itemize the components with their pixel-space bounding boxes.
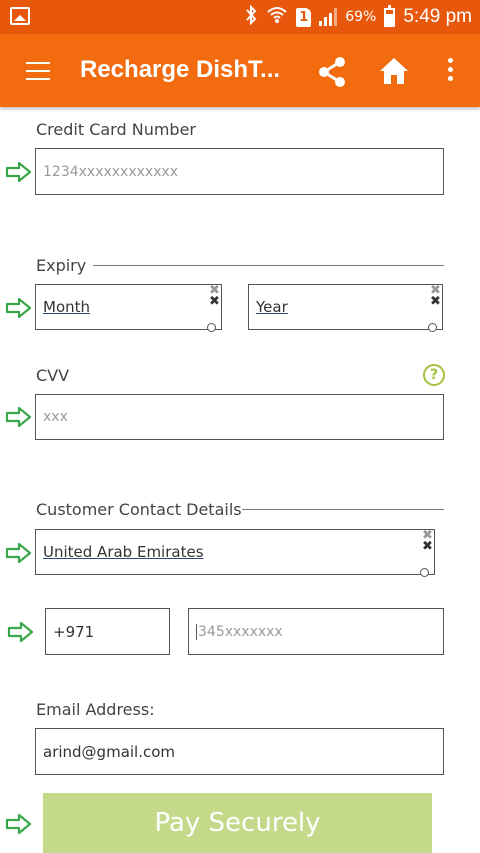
cvv-input[interactable]: xxx bbox=[35, 394, 444, 440]
country-value: United Arab Emirates bbox=[43, 543, 204, 561]
dropdown-handle-icon bbox=[428, 323, 437, 332]
email-input[interactable]: arind@gmail.com bbox=[35, 728, 444, 775]
battery-percent: 69% bbox=[345, 9, 377, 25]
battery-icon bbox=[384, 4, 396, 27]
status-icons: 1 69% 5:49 pm bbox=[244, 4, 472, 30]
credit-card-input[interactable]: 1234xxxxxxxxxxxx bbox=[35, 148, 444, 195]
arrow-right-icon bbox=[5, 161, 32, 183]
email-value: arind@gmail.com bbox=[43, 742, 176, 761]
arrow-right-icon bbox=[5, 542, 32, 564]
home-icon[interactable] bbox=[378, 56, 410, 86]
expiry-label: Expiry bbox=[36, 256, 87, 275]
phone-input[interactable]: 345xxxxxxx bbox=[188, 608, 444, 655]
clear-icon[interactable]: ✖ ✖ bbox=[430, 284, 441, 308]
app-bar: Recharge DishT... bbox=[0, 34, 480, 107]
cvv-placeholder: xxx bbox=[43, 409, 68, 425]
expiry-month-select[interactable]: Month ✖ ✖ bbox=[35, 284, 222, 332]
contact-divider bbox=[242, 509, 444, 510]
dial-code-value: +971 bbox=[53, 622, 95, 641]
arrow-right-icon bbox=[5, 406, 32, 428]
expiry-divider bbox=[93, 265, 444, 266]
arrow-right-icon bbox=[5, 813, 32, 835]
dropdown-handle-icon bbox=[420, 568, 429, 577]
expiry-year-value: Year bbox=[256, 298, 288, 316]
phone-placeholder: 345xxxxxxx bbox=[198, 623, 283, 640]
sim-slot-icon: 1 bbox=[296, 7, 312, 27]
credit-card-label: Credit Card Number bbox=[36, 120, 196, 139]
country-select[interactable]: United Arab Emirates ✖ ✖ bbox=[35, 529, 435, 577]
dropdown-handle-icon bbox=[207, 323, 216, 332]
cvv-label: CVV bbox=[36, 366, 70, 385]
text-cursor bbox=[196, 623, 197, 640]
wifi-icon bbox=[266, 5, 288, 29]
bluetooth-icon bbox=[244, 4, 258, 29]
dial-code-input[interactable]: +971 bbox=[45, 608, 170, 655]
contact-details-label: Customer Contact Details bbox=[36, 500, 242, 519]
arrow-right-icon bbox=[5, 297, 32, 319]
signal-icon bbox=[319, 8, 338, 26]
arrow-right-icon bbox=[7, 621, 34, 643]
clear-icon[interactable]: ✖ ✖ bbox=[422, 529, 433, 553]
credit-card-placeholder: 1234xxxxxxxxxxxx bbox=[43, 163, 179, 180]
share-icon[interactable] bbox=[316, 56, 348, 88]
clear-icon[interactable]: ✖ ✖ bbox=[209, 284, 220, 308]
expiry-month-value: Month bbox=[43, 298, 91, 316]
hamburger-icon[interactable] bbox=[26, 62, 50, 80]
help-icon[interactable]: ? bbox=[423, 364, 445, 386]
pay-securely-button[interactable]: Pay Securely bbox=[43, 793, 432, 853]
more-vert-icon[interactable] bbox=[442, 58, 458, 84]
expiry-year-select[interactable]: Year ✖ ✖ bbox=[248, 284, 443, 332]
status-bar: 1 69% 5:49 pm bbox=[0, 0, 480, 34]
page-title: Recharge DishT... bbox=[80, 56, 281, 83]
gallery-notification-icon bbox=[10, 7, 30, 25]
email-label: Email Address: bbox=[36, 700, 155, 719]
clock: 5:49 pm bbox=[403, 6, 472, 27]
